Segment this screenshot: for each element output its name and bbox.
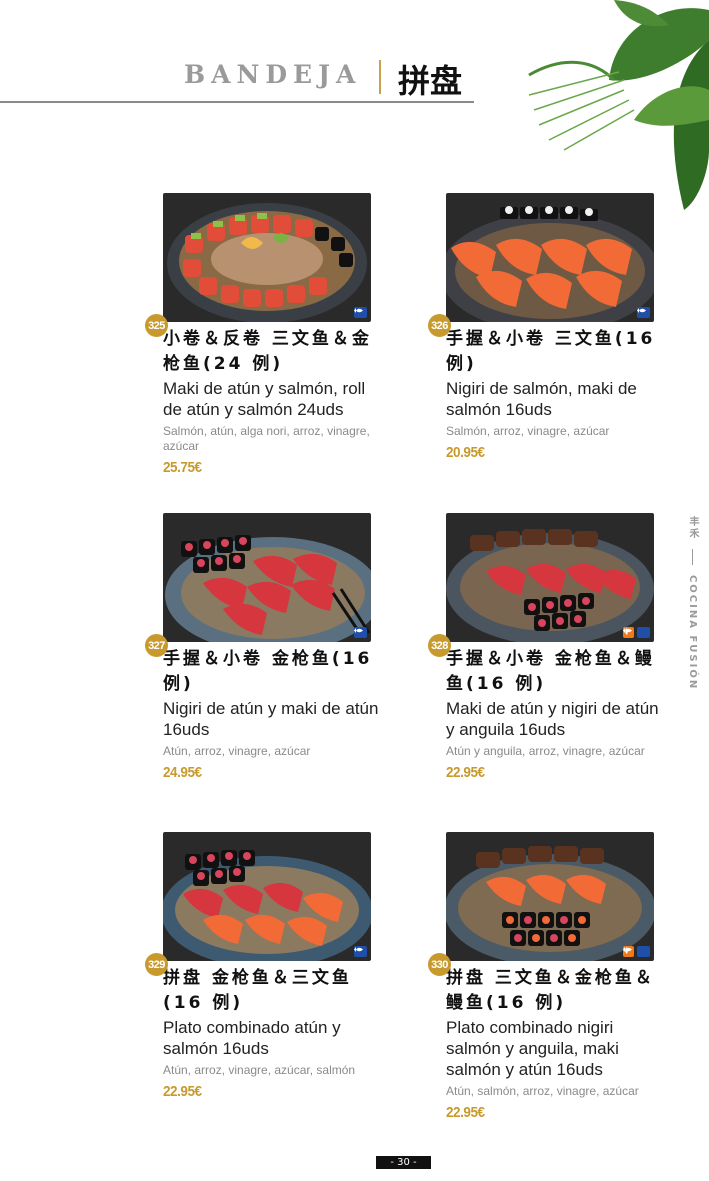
item-ingredients: Atún, salmón, arroz, vinagre, azúcar bbox=[446, 1084, 639, 1098]
dish-photo bbox=[446, 513, 654, 642]
item-number-badge: 329 bbox=[145, 953, 168, 976]
menu-item-card: 325 小卷＆反卷 三文鱼＆金枪鱼(24 例) Maki de atún y s… bbox=[145, 193, 388, 476]
item-ingredients: Salmón, arroz, vinagre, azúcar bbox=[446, 424, 610, 438]
item-ingredients: Atún y anguila, arroz, vinagre, azúcar bbox=[446, 744, 645, 758]
fish-icon bbox=[623, 946, 650, 957]
header-rule bbox=[0, 101, 474, 103]
fish-icon bbox=[354, 307, 367, 318]
item-price: 20.95€ bbox=[446, 444, 485, 461]
menu-item-card: 326 手握＆小卷 三文鱼(16 例) Nigiri de salmón, ma… bbox=[428, 193, 671, 461]
item-name-spanish: Maki de atún y salmón, roll de atún y sa… bbox=[163, 379, 366, 419]
item-name-spanish: Nigiri de salmón, maki de salmón 16uds bbox=[446, 379, 637, 419]
item-name-chinese: 手握＆小卷 三文鱼(16 例) bbox=[446, 329, 656, 374]
leaf-decoration bbox=[528, 0, 709, 210]
dish-photo bbox=[446, 193, 654, 322]
dish-photo bbox=[446, 832, 654, 961]
dish-badges bbox=[623, 946, 650, 957]
item-number-badge: 325 bbox=[145, 314, 168, 337]
menu-item-card: 327 手握＆小卷 金枪鱼(16 例) Nigiri de atún y mak… bbox=[145, 513, 388, 781]
menu-item-card: 329 拼盘 金枪鱼＆三文鱼(16 例) Plato combinado atú… bbox=[145, 832, 388, 1100]
item-name-chinese: 手握＆小卷 金枪鱼＆鳗鱼(16 例) bbox=[446, 649, 655, 694]
side-divider bbox=[691, 549, 693, 566]
page-number: - 30 - bbox=[376, 1156, 431, 1169]
item-price: 22.95€ bbox=[446, 764, 485, 781]
fish-icon bbox=[637, 307, 650, 318]
dish-badges bbox=[637, 307, 650, 318]
item-number-badge: 328 bbox=[428, 634, 451, 657]
dish-photo bbox=[163, 193, 371, 322]
item-name-spanish: Plato combinado atún y salmón 16uds bbox=[163, 1018, 341, 1058]
title-divider bbox=[379, 60, 381, 94]
dish-badges bbox=[354, 946, 367, 957]
section-title-latin: BANDEJA bbox=[184, 60, 362, 89]
item-name-chinese: 拼盘 金枪鱼＆三文鱼(16 例) bbox=[163, 968, 352, 1013]
menu-item-card: 328 手握＆小卷 金枪鱼＆鳗鱼(16 例) Maki de atún y ni… bbox=[428, 513, 671, 781]
dish-badges bbox=[623, 627, 650, 638]
item-price: 22.95€ bbox=[163, 1083, 202, 1100]
menu-item-card: 330 拼盘 三文鱼＆金枪鱼＆鳗鱼(16 例) Plato combinado … bbox=[428, 832, 671, 1121]
dish-badges bbox=[354, 307, 367, 318]
side-tagline: COCINA FUSIÓN bbox=[687, 574, 698, 691]
fish-icon bbox=[623, 627, 650, 638]
dish-badges bbox=[354, 627, 367, 638]
side-brand: 丰禾 COCINA FUSIÓN bbox=[685, 516, 700, 690]
fish-icon bbox=[354, 627, 367, 638]
item-number-badge: 326 bbox=[428, 314, 451, 337]
item-name-spanish: Plato combinado nigiri salmón y anguila,… bbox=[446, 1018, 619, 1079]
side-brand-cn: 丰禾 bbox=[687, 516, 698, 540]
item-name-chinese: 拼盘 三文鱼＆金枪鱼＆鳗鱼(16 例) bbox=[446, 968, 655, 1013]
item-ingredients: Atún, arroz, vinagre, azúcar, salmón bbox=[163, 1063, 356, 1077]
item-name-chinese: 手握＆小卷 金枪鱼(16 例) bbox=[163, 649, 373, 694]
item-ingredients: Salmón, atún, alga nori, arroz, vinagre,… bbox=[163, 424, 370, 453]
item-name-spanish: Nigiri de atún y maki de atún 16uds bbox=[163, 699, 379, 739]
item-price: 22.95€ bbox=[446, 1104, 485, 1121]
item-price: 25.75€ bbox=[163, 459, 202, 476]
dish-photo bbox=[163, 513, 371, 642]
item-name-spanish: Maki de atún y nigiri de atún y anguila … bbox=[446, 699, 659, 739]
item-number-badge: 327 bbox=[145, 634, 168, 657]
fish-icon bbox=[354, 946, 367, 957]
item-number-badge: 330 bbox=[428, 953, 451, 976]
section-title-chinese: 拼盘 bbox=[398, 62, 463, 100]
item-ingredients: Atún, arroz, vinagre, azúcar bbox=[163, 744, 311, 758]
item-name-chinese: 小卷＆反卷 三文鱼＆金枪鱼(24 例) bbox=[163, 329, 372, 374]
item-price: 24.95€ bbox=[163, 764, 202, 781]
dish-photo bbox=[163, 832, 371, 961]
